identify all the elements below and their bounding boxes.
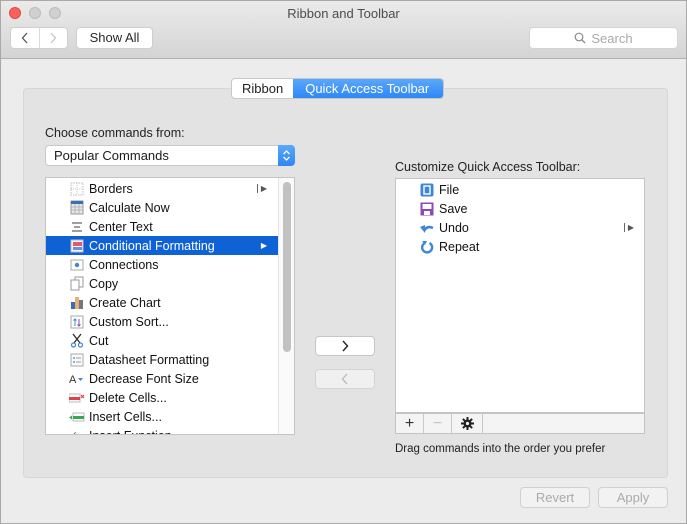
available-commands-list[interactable]: Borders ▶ Calculate Now Center Text Cond…	[45, 177, 295, 435]
copy-icon	[69, 276, 85, 292]
command-label: Insert Cells...	[89, 409, 162, 424]
command-label: Create Chart	[89, 295, 161, 310]
connections-icon	[69, 257, 85, 273]
window-title: Ribbon and Toolbar	[287, 6, 400, 21]
toolbar-item-label: Save	[439, 201, 468, 216]
show-all-button[interactable]: Show All	[76, 27, 153, 49]
file-icon	[419, 182, 435, 198]
list-item[interactable]: Connections	[46, 255, 279, 274]
create-chart-icon	[69, 295, 85, 311]
insert-cells-icon	[69, 409, 85, 425]
back-button[interactable]	[11, 28, 39, 48]
delete-cells-icon	[69, 390, 85, 406]
submenu-arrow-icon: ▶	[256, 184, 267, 193]
scrollbar-thumb[interactable]	[283, 182, 291, 352]
add-item-button[interactable]: +	[396, 414, 424, 433]
list-item[interactable]: Copy	[46, 274, 279, 293]
center-text-icon	[69, 219, 85, 235]
custom-sort-icon	[69, 314, 85, 330]
chevron-left-icon	[341, 373, 348, 385]
calculate-now-icon	[69, 200, 85, 216]
submenu-arrow-icon: ▶	[623, 223, 634, 232]
command-label: Datasheet Formatting	[89, 352, 210, 367]
list-item[interactable]: Calculate Now	[46, 198, 279, 217]
toolbar-commands-list[interactable]: File Save Undo ▶ Repeat	[395, 178, 645, 413]
commands-source-value: Popular Commands	[54, 148, 169, 163]
save-icon	[419, 201, 435, 217]
command-label: Delete Cells...	[89, 390, 167, 405]
commands-source-select[interactable]: Popular Commands	[45, 145, 295, 166]
decrease-font-size-icon: A	[69, 371, 85, 387]
tab-switcher: Ribbon Quick Access Toolbar	[231, 78, 445, 99]
navigation-buttons	[10, 27, 68, 49]
toolbar-item-label: Repeat	[439, 239, 480, 254]
choose-commands-label: Choose commands from:	[45, 126, 185, 140]
tab-ribbon[interactable]: Ribbon	[232, 79, 293, 98]
list-item[interactable]: Insert Cells...	[46, 407, 279, 426]
command-label: Conditional Formatting	[89, 238, 215, 253]
tab-quick-access-toolbar[interactable]: Quick Access Toolbar	[293, 79, 444, 98]
list-item[interactable]: Borders ▶	[46, 179, 279, 198]
repeat-icon	[419, 239, 435, 255]
options-button[interactable]	[452, 414, 483, 433]
submenu-arrow-icon: ▶	[260, 241, 267, 250]
cut-icon	[69, 333, 85, 349]
apply-button[interactable]: Apply	[598, 487, 668, 508]
revert-button[interactable]: Revert	[520, 487, 590, 508]
chevron-right-icon	[342, 340, 349, 352]
commands-scrollbar[interactable]	[278, 178, 294, 434]
command-label: Calculate Now	[89, 200, 170, 215]
list-item[interactable]: Datasheet Formatting	[46, 350, 279, 369]
insert-function-icon: f	[69, 428, 85, 436]
command-label: Insert Function...	[89, 429, 182, 435]
command-label: Custom Sort...	[89, 314, 169, 329]
list-item[interactable]: A Decrease Font Size	[46, 369, 279, 388]
list-item[interactable]: Delete Cells...	[46, 388, 279, 407]
forward-button[interactable]	[38, 28, 67, 48]
command-label: Center Text	[89, 219, 153, 234]
list-item[interactable]: File	[396, 180, 644, 199]
command-label: Connections	[89, 257, 159, 272]
select-stepper-icon	[278, 145, 295, 166]
remove-command-button[interactable]	[315, 369, 375, 389]
datasheet-formatting-icon	[69, 352, 85, 368]
chevron-right-icon	[51, 32, 57, 44]
list-item-selected[interactable]: Conditional Formatting ▶	[46, 236, 279, 255]
chevron-left-icon	[21, 32, 28, 44]
search-icon	[574, 32, 586, 44]
toolbar-item-label: File	[439, 182, 460, 197]
search-input[interactable]: Search	[529, 27, 678, 49]
drag-hint: Drag commands into the order you prefer	[395, 443, 606, 455]
undo-icon	[419, 220, 435, 236]
list-item[interactable]: Create Chart	[46, 293, 279, 312]
title-bar: Ribbon and Toolbar Show All Search	[1, 1, 686, 59]
conditional-formatting-icon	[69, 238, 85, 254]
preferences-window: Ribbon and Toolbar Show All Search Ribbo…	[0, 0, 687, 524]
list-item[interactable]: Save	[396, 199, 644, 218]
search-placeholder: Search	[591, 30, 633, 46]
toolbar-item-label: Undo	[439, 220, 469, 235]
remove-item-button[interactable]: −	[424, 414, 452, 433]
list-toolbar: + −	[395, 413, 645, 434]
command-label: Copy	[89, 276, 119, 291]
svg-text:f: f	[72, 431, 77, 436]
svg-text:A: A	[69, 374, 77, 385]
gear-icon	[460, 417, 474, 430]
command-label: Borders	[89, 181, 133, 196]
list-item[interactable]: f Insert Function...	[46, 426, 279, 435]
command-label: Cut	[89, 333, 109, 348]
list-item[interactable]: Repeat	[396, 237, 644, 256]
customize-toolbar-label: Customize Quick Access Toolbar:	[395, 160, 581, 174]
command-label: Decrease Font Size	[89, 371, 199, 386]
borders-icon	[69, 181, 85, 197]
add-command-button[interactable]	[315, 336, 375, 356]
list-item[interactable]: Undo ▶	[396, 218, 644, 237]
list-item[interactable]: Cut	[46, 331, 279, 350]
list-item[interactable]: Center Text	[46, 217, 279, 236]
list-item[interactable]: Custom Sort...	[46, 312, 279, 331]
